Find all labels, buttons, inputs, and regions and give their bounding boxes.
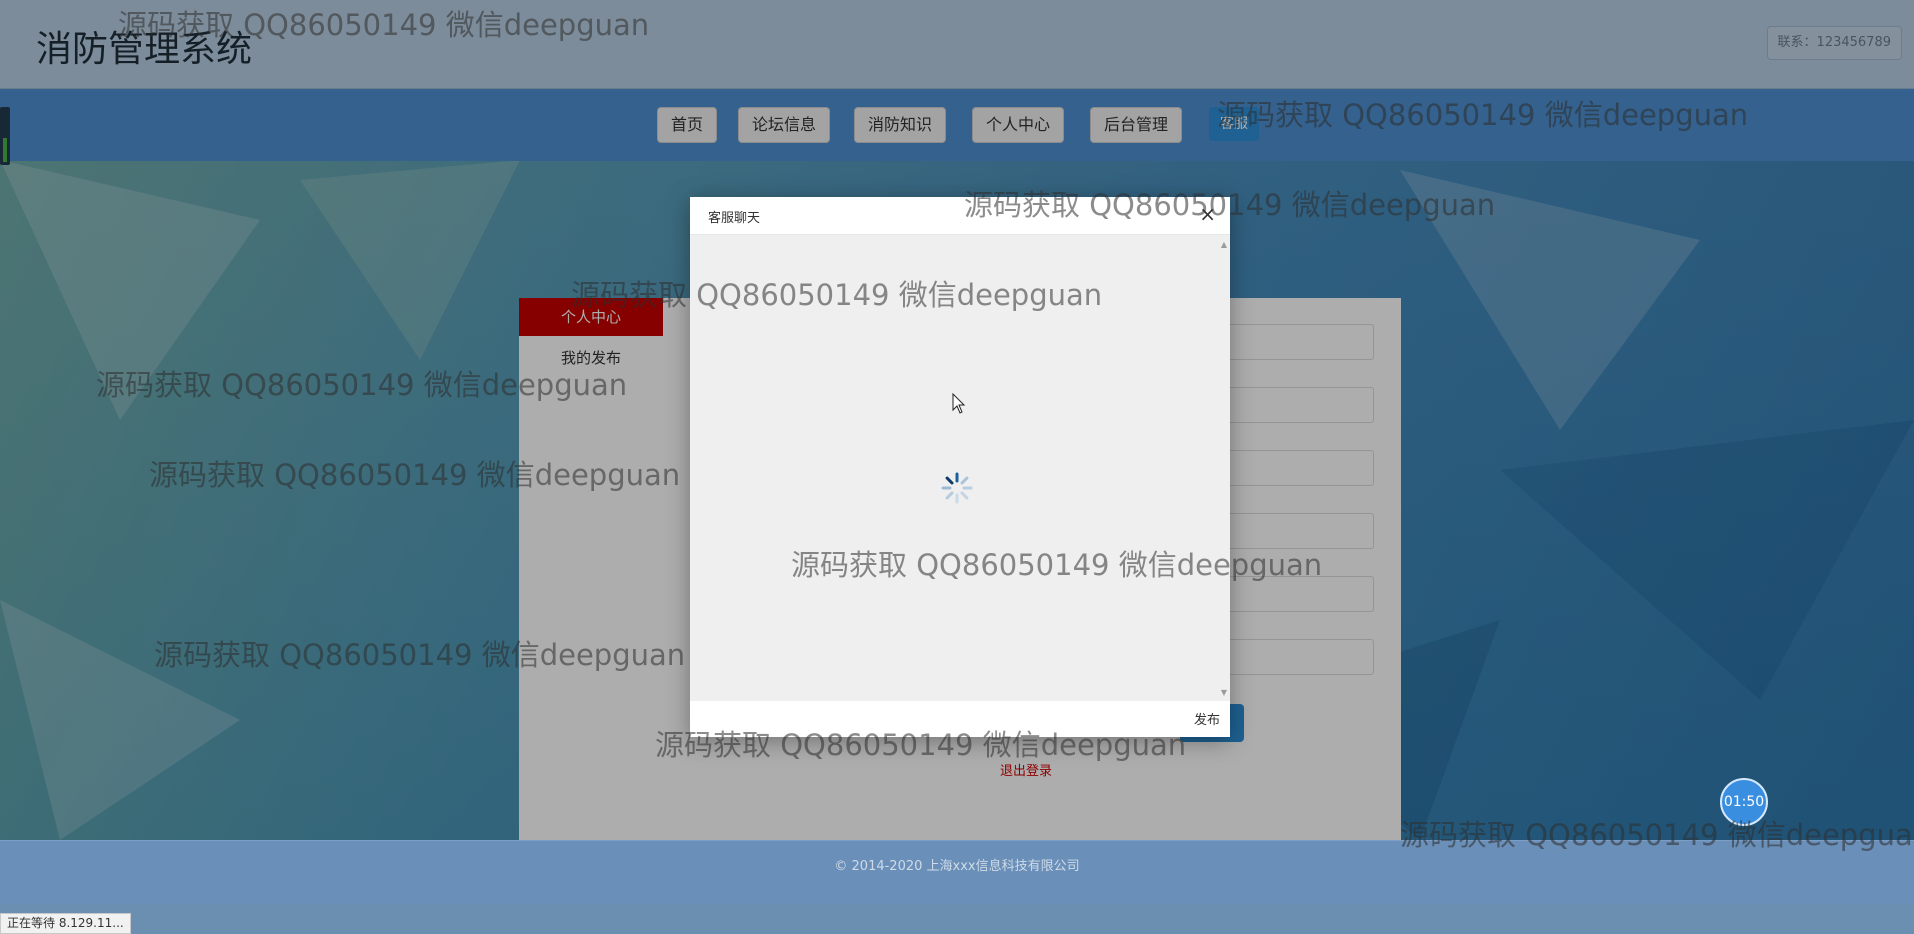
scroll-down-icon[interactable]: ▼ [1221,688,1227,697]
watermark-text: 源码获取 QQ86050149 微信deepguan [964,188,1496,222]
modal-title: 客服聊天 [708,211,761,226]
watermark-text: 源码获取 QQ86050149 微信deepguan [154,638,686,672]
mouse-cursor-icon [952,393,966,414]
watermark-text: 源码获取 QQ86050149 微信deepguan [96,368,628,402]
browser-status-bar: 正在等待 8.129.11... [0,913,131,934]
watermark-text: 源码获取 QQ86050149 微信deepguan [571,278,1103,312]
watermark-text: 源码获取 QQ86050149 微信deepguan [1400,818,1914,852]
publish-button[interactable]: 发布 [1194,709,1220,728]
scroll-up-icon[interactable]: ▲ [1221,240,1227,249]
copyright-text: © 2014-2020 上海xxx信息科技有限公司 [834,859,1080,874]
watermark-text: 源码获取 QQ86050149 微信deepguan [655,728,1187,762]
watermark-text: 源码获取 QQ86050149 微信deepguan [791,548,1323,582]
watermark-text: 源码获取 QQ86050149 微信deepguan [1217,98,1749,132]
watermark-text: 源码获取 QQ86050149 微信deepguan [149,458,681,492]
loading-spinner-icon [941,472,973,504]
watermark-text: 源码获取 QQ86050149 微信deepguan [118,8,650,42]
